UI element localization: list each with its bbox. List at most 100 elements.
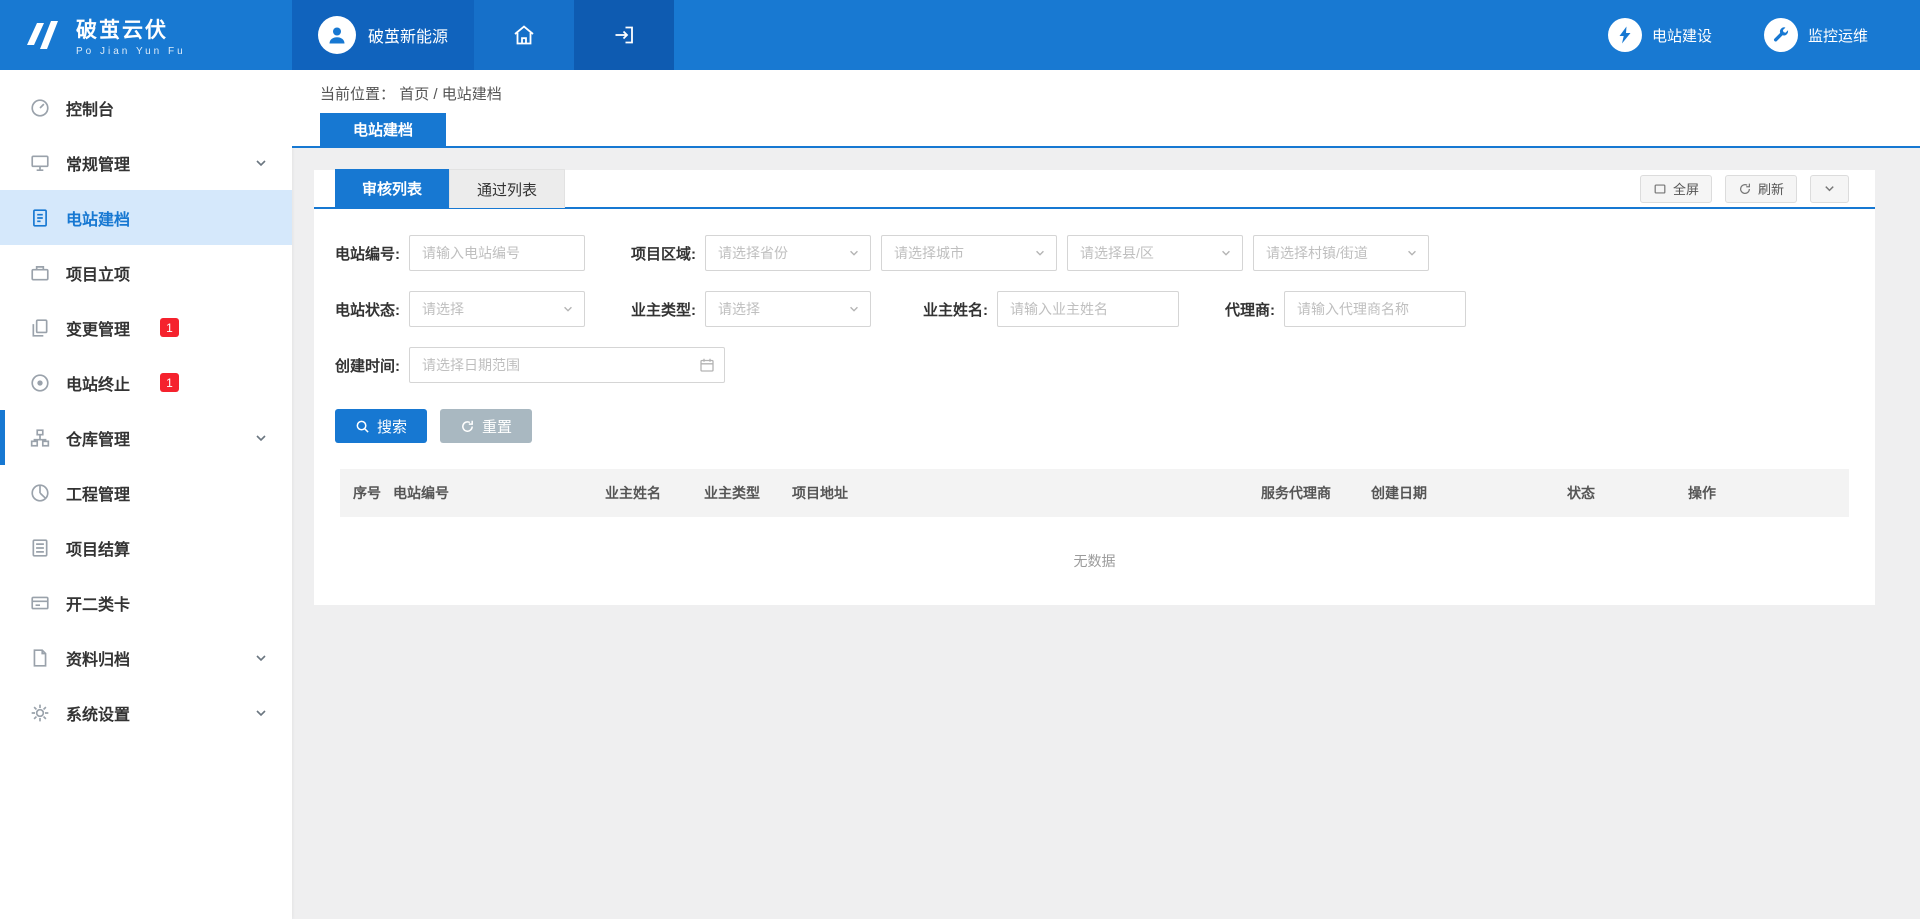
breadcrumb-current: 电站建档 (442, 86, 502, 103)
refresh-icon (1738, 182, 1752, 196)
empty-state: 无数据 (340, 517, 1849, 605)
reset-icon (460, 419, 475, 434)
copy-icon (30, 318, 50, 338)
sidebar-item-project-initiation[interactable]: 项目立项 (0, 245, 292, 300)
card-icon (30, 593, 50, 613)
sidebar-item-label: 电站终止 (66, 371, 130, 395)
sidebar-item-station-archive[interactable]: 电站建档 (0, 190, 292, 245)
reset-button[interactable]: 重置 (440, 409, 532, 443)
lightning-icon (1608, 18, 1642, 52)
logout-button[interactable] (574, 0, 674, 70)
col-project-address: 项目地址 (792, 483, 1261, 503)
col-actions: 操作 (1688, 483, 1836, 503)
province-select[interactable]: 请选择省份 (705, 235, 871, 271)
chevron-down-icon (254, 651, 268, 665)
page-tab-station-archive[interactable]: 电站建档 (320, 113, 446, 146)
tab-review-list[interactable]: 审核列表 (335, 169, 449, 208)
refresh-button[interactable]: 刷新 (1725, 175, 1797, 203)
logo-icon (22, 16, 64, 54)
date-range-input[interactable] (409, 347, 725, 383)
dashboard-icon (30, 98, 50, 118)
search-label: 搜索 (377, 416, 407, 437)
owner-name-input[interactable] (997, 291, 1179, 327)
gear-icon (30, 703, 50, 723)
logout-icon (612, 23, 636, 47)
town-placeholder: 请选择村镇/街道 (1266, 243, 1368, 263)
sidebar-item-open-card[interactable]: 开二类卡 (0, 575, 292, 630)
breadcrumb-prefix: 当前位置： (320, 86, 395, 103)
notification-badge: 1 (160, 373, 179, 392)
station-status-select[interactable]: 请选择 (409, 291, 585, 327)
document-icon (30, 208, 50, 228)
fullscreen-button[interactable]: 全屏 (1640, 175, 1712, 203)
wrench-icon (1764, 18, 1798, 52)
town-select[interactable]: 请选择村镇/街道 (1253, 235, 1429, 271)
col-station-no: 电站编号 (393, 483, 605, 503)
chevron-down-icon (1406, 247, 1418, 259)
col-status: 状态 (1567, 483, 1688, 503)
sidebar: 控制台 常规管理 电站建档 项目立项 (0, 70, 292, 919)
sidebar-item-data-archive[interactable]: 资料归档 (0, 630, 292, 685)
app-header: 破茧云伏 Po Jian Yun Fu 破茧新能源 (0, 0, 1920, 70)
station-no-input[interactable] (409, 235, 585, 271)
sidebar-item-label: 控制台 (66, 96, 114, 120)
owner-type-label: 业主类型: (631, 299, 696, 320)
station-status-label: 电站状态: (335, 299, 400, 320)
date-range-field[interactable] (409, 347, 725, 383)
brand-logo: 破茧云伏 Po Jian Yun Fu (0, 0, 292, 70)
monitor-icon (30, 153, 50, 173)
chevron-down-icon (254, 156, 268, 170)
col-index: 序号 (353, 483, 393, 503)
calendar-icon (699, 357, 715, 373)
county-select[interactable]: 请选择县/区 (1067, 235, 1243, 271)
nav-monitor-ops[interactable]: 监控运维 (1764, 18, 1868, 52)
breadcrumb-bar: 当前位置： 首页 / 电站建档 电站建档 (292, 70, 1920, 148)
chevron-down-icon (254, 706, 268, 720)
chevron-down-icon (1823, 182, 1836, 195)
breadcrumb-separator: / (433, 86, 441, 103)
search-button[interactable]: 搜索 (335, 409, 427, 443)
sidebar-item-engineering-mgmt[interactable]: 工程管理 (0, 465, 292, 520)
sidebar-item-warehouse-mgmt[interactable]: 仓库管理 (0, 410, 292, 465)
station-no-label: 电站编号: (335, 243, 400, 264)
notification-badge: 1 (160, 318, 179, 337)
search-icon (355, 419, 370, 434)
sidebar-item-project-settlement[interactable]: 项目结算 (0, 520, 292, 575)
tab-passed-list[interactable]: 通过列表 (449, 169, 565, 208)
panel-tab-bar: 审核列表 通过列表 全屏 刷 (314, 170, 1875, 209)
calculator-icon (30, 538, 50, 558)
chevron-down-icon (1034, 247, 1046, 259)
sidebar-item-station-termination[interactable]: 电站终止 1 (0, 355, 292, 410)
sidebar-item-change-mgmt[interactable]: 变更管理 1 (0, 300, 292, 355)
home-icon (512, 23, 536, 47)
filter-form: 电站编号: 项目区域: 请选择省份 请选择城市 请选择县/区 (314, 209, 1875, 605)
briefcase-icon (30, 263, 50, 283)
sidebar-item-system-settings[interactable]: 系统设置 (0, 685, 292, 740)
sitemap-icon (30, 428, 50, 448)
county-placeholder: 请选择县/区 (1080, 243, 1154, 263)
fullscreen-label: 全屏 (1673, 179, 1699, 198)
province-placeholder: 请选择省份 (718, 243, 788, 263)
main-content: 当前位置： 首页 / 电站建档 电站建档 审核列表 通过列表 全屏 (292, 70, 1920, 919)
collapse-toolbar-button[interactable] (1810, 175, 1849, 203)
chevron-down-icon (254, 431, 268, 445)
sidebar-item-general-mgmt[interactable]: 常规管理 (0, 135, 292, 190)
file-icon (30, 648, 50, 668)
sidebar-item-label: 仓库管理 (66, 426, 130, 450)
sidebar-item-label: 常规管理 (66, 151, 130, 175)
col-owner-name: 业主姓名 (605, 483, 704, 503)
nav-station-build[interactable]: 电站建设 (1608, 18, 1712, 52)
user-menu[interactable]: 破茧新能源 (292, 0, 474, 70)
owner-type-select[interactable]: 请选择 (705, 291, 871, 327)
agent-input[interactable] (1284, 291, 1466, 327)
chevron-down-icon (848, 303, 860, 315)
col-create-date: 创建日期 (1371, 483, 1567, 503)
sidebar-item-label: 工程管理 (66, 481, 130, 505)
brand-title: 破茧云伏 (76, 14, 186, 44)
city-select[interactable]: 请选择城市 (881, 235, 1057, 271)
sidebar-item-console[interactable]: 控制台 (0, 80, 292, 135)
nav-label: 电站建设 (1652, 25, 1712, 46)
city-placeholder: 请选择城市 (894, 243, 964, 263)
home-button[interactable] (474, 0, 574, 70)
breadcrumb-home-link[interactable]: 首页 (399, 86, 429, 103)
